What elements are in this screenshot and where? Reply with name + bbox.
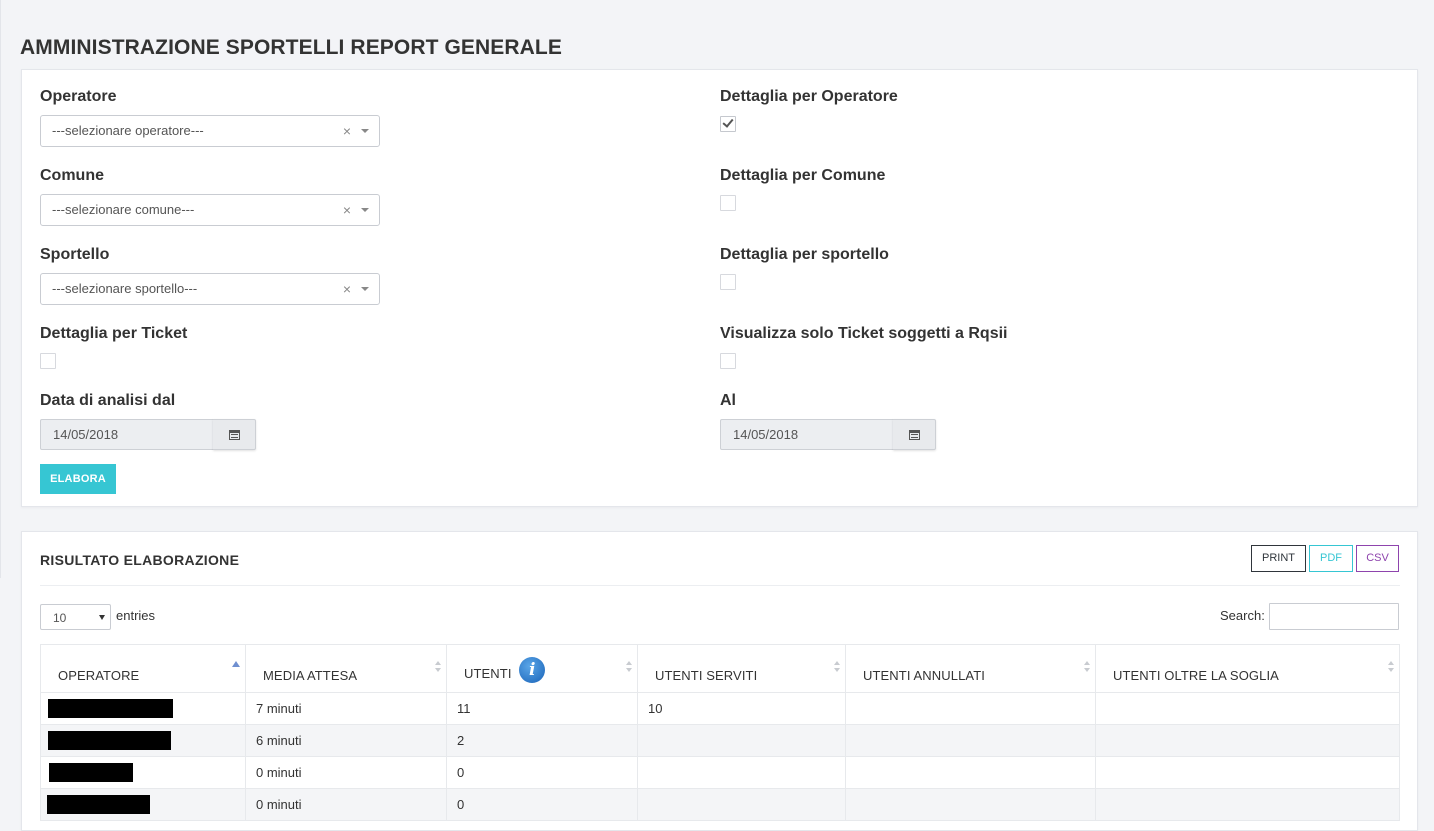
dettaglia-ticket-label: Dettaglia per Ticket (40, 325, 188, 342)
cell-utenti-serviti (637, 756, 846, 789)
data-dal-calendar-button[interactable] (213, 419, 256, 450)
results-table: OPERATORE MEDIA ATTESA UTENTI i UTENTI S… (40, 644, 1400, 821)
cell-media-attesa: 0 minuti (245, 788, 447, 821)
table-row: 0 minuti 0 (40, 756, 1400, 789)
search-input[interactable] (1269, 603, 1399, 630)
table-row: 7 minuti 11 10 (40, 692, 1400, 725)
cell-utenti-annullati (845, 756, 1096, 789)
chevron-down-icon (361, 287, 369, 291)
operatore-clear-icon[interactable]: × (343, 116, 351, 146)
entries-length-value: 10 (53, 611, 67, 625)
cell-utenti-serviti (637, 724, 846, 757)
sportello-clear-icon[interactable]: × (343, 274, 351, 304)
data-al-calendar-button[interactable] (893, 419, 936, 450)
checkmark-icon (722, 116, 734, 128)
sportello-select-value: ---selezionare sportello--- (52, 281, 198, 296)
column-header-utenti-oltre-soglia[interactable]: UTENTI OLTRE LA SOGLIA (1095, 644, 1400, 693)
operatore-label: Operatore (40, 88, 117, 105)
dettaglia-operatore-label: Dettaglia per Operatore (720, 88, 898, 105)
sort-icon (435, 661, 442, 673)
cell-media-attesa: 6 minuti (245, 724, 447, 757)
redacted-block (47, 795, 150, 814)
entries-label: entries (116, 608, 156, 623)
left-edge-divider (0, 0, 1, 578)
dettaglia-ticket-checkbox[interactable] (40, 353, 56, 369)
sportello-select[interactable]: ---selezionare sportello--- × (40, 273, 380, 305)
cell-utenti-oltre-soglia (1095, 756, 1400, 789)
comune-label: Comune (40, 167, 104, 184)
cell-utenti-oltre-soglia (1095, 724, 1400, 757)
calendar-icon (909, 430, 920, 440)
calendar-icon (229, 430, 240, 440)
cell-utenti-serviti (637, 788, 846, 821)
print-button[interactable]: PRINT (1251, 545, 1306, 572)
column-header-utenti[interactable]: UTENTI i (446, 644, 638, 693)
cell-utenti: 11 (446, 692, 638, 725)
cell-utenti-oltre-soglia (1095, 788, 1400, 821)
dettaglia-sportello-checkbox[interactable] (720, 274, 736, 290)
cell-utenti: 0 (446, 788, 638, 821)
redacted-block (48, 731, 171, 750)
cell-media-attesa: 7 minuti (245, 692, 447, 725)
data-al-label: Al (720, 392, 736, 409)
page-title: AMMINISTRAZIONE SPORTELLI REPORT GENERAL… (20, 36, 562, 59)
comune-select-value: ---selezionare comune--- (52, 202, 195, 217)
chevron-down-icon (99, 615, 105, 620)
dettaglia-sportello-label: Dettaglia per sportello (720, 246, 889, 263)
chevron-down-icon (361, 129, 369, 133)
sort-icon (1084, 661, 1091, 673)
redacted-block (49, 763, 133, 782)
column-header-utenti-annullati[interactable]: UTENTI ANNULLATI (845, 644, 1096, 693)
results-panel: RISULTATO ELABORAZIONE PRINT PDF CSV 10 … (21, 531, 1418, 831)
results-divider (40, 585, 1400, 586)
cell-operatore (40, 692, 246, 725)
pdf-button[interactable]: PDF (1309, 545, 1353, 572)
results-title: RISULTATO ELABORAZIONE (40, 552, 240, 568)
elabora-button[interactable]: ELABORA (40, 464, 116, 494)
cell-media-attesa: 0 minuti (245, 756, 447, 789)
table-row: 6 minuti 2 (40, 724, 1400, 757)
sort-ascending-icon (232, 661, 240, 667)
cell-utenti-annullati (845, 788, 1096, 821)
csv-button[interactable]: CSV (1356, 545, 1399, 572)
chevron-down-icon (361, 208, 369, 212)
column-header-utenti-serviti[interactable]: UTENTI SERVITI (637, 644, 846, 693)
sort-icon (626, 661, 633, 673)
dettaglia-comune-label: Dettaglia per Comune (720, 167, 886, 184)
search-label: Search: (1220, 608, 1265, 623)
solo-rqsii-checkbox[interactable] (720, 353, 736, 369)
cell-operatore (40, 756, 246, 789)
sort-icon (1388, 661, 1395, 673)
table-header-row: OPERATORE MEDIA ATTESA UTENTI i UTENTI S… (40, 644, 1400, 693)
solo-rqsii-label: Visualizza solo Ticket soggetti a Rqsii (720, 325, 1008, 342)
filter-panel: Operatore ---selezionare operatore--- × … (21, 69, 1418, 507)
redacted-block (48, 699, 173, 718)
data-al-input[interactable]: 14/05/2018 (720, 419, 894, 450)
operatore-select[interactable]: ---selezionare operatore--- × (40, 115, 380, 147)
cell-utenti: 2 (446, 724, 638, 757)
dettaglia-operatore-checkbox[interactable] (720, 116, 736, 132)
column-header-media-attesa[interactable]: MEDIA ATTESA (245, 644, 447, 693)
cell-operatore (40, 788, 246, 821)
comune-select[interactable]: ---selezionare comune--- × (40, 194, 380, 226)
data-dal-input[interactable]: 14/05/2018 (40, 419, 214, 450)
entries-length-select[interactable]: 10 (40, 604, 111, 630)
cell-utenti: 0 (446, 756, 638, 789)
column-header-operatore[interactable]: OPERATORE (40, 644, 246, 693)
cell-utenti-annullati (845, 724, 1096, 757)
cell-utenti-oltre-soglia (1095, 692, 1400, 725)
sort-icon (834, 661, 841, 673)
operatore-select-value: ---selezionare operatore--- (52, 123, 204, 138)
table-row: 0 minuti 0 (40, 788, 1400, 821)
comune-clear-icon[interactable]: × (343, 195, 351, 225)
sportello-label: Sportello (40, 246, 110, 263)
dettaglia-comune-checkbox[interactable] (720, 195, 736, 211)
data-dal-label: Data di analisi dal (40, 392, 176, 409)
cell-operatore (40, 724, 246, 757)
cell-utenti-serviti: 10 (637, 692, 846, 725)
info-icon[interactable]: i (519, 657, 546, 683)
cell-utenti-annullati (845, 692, 1096, 725)
